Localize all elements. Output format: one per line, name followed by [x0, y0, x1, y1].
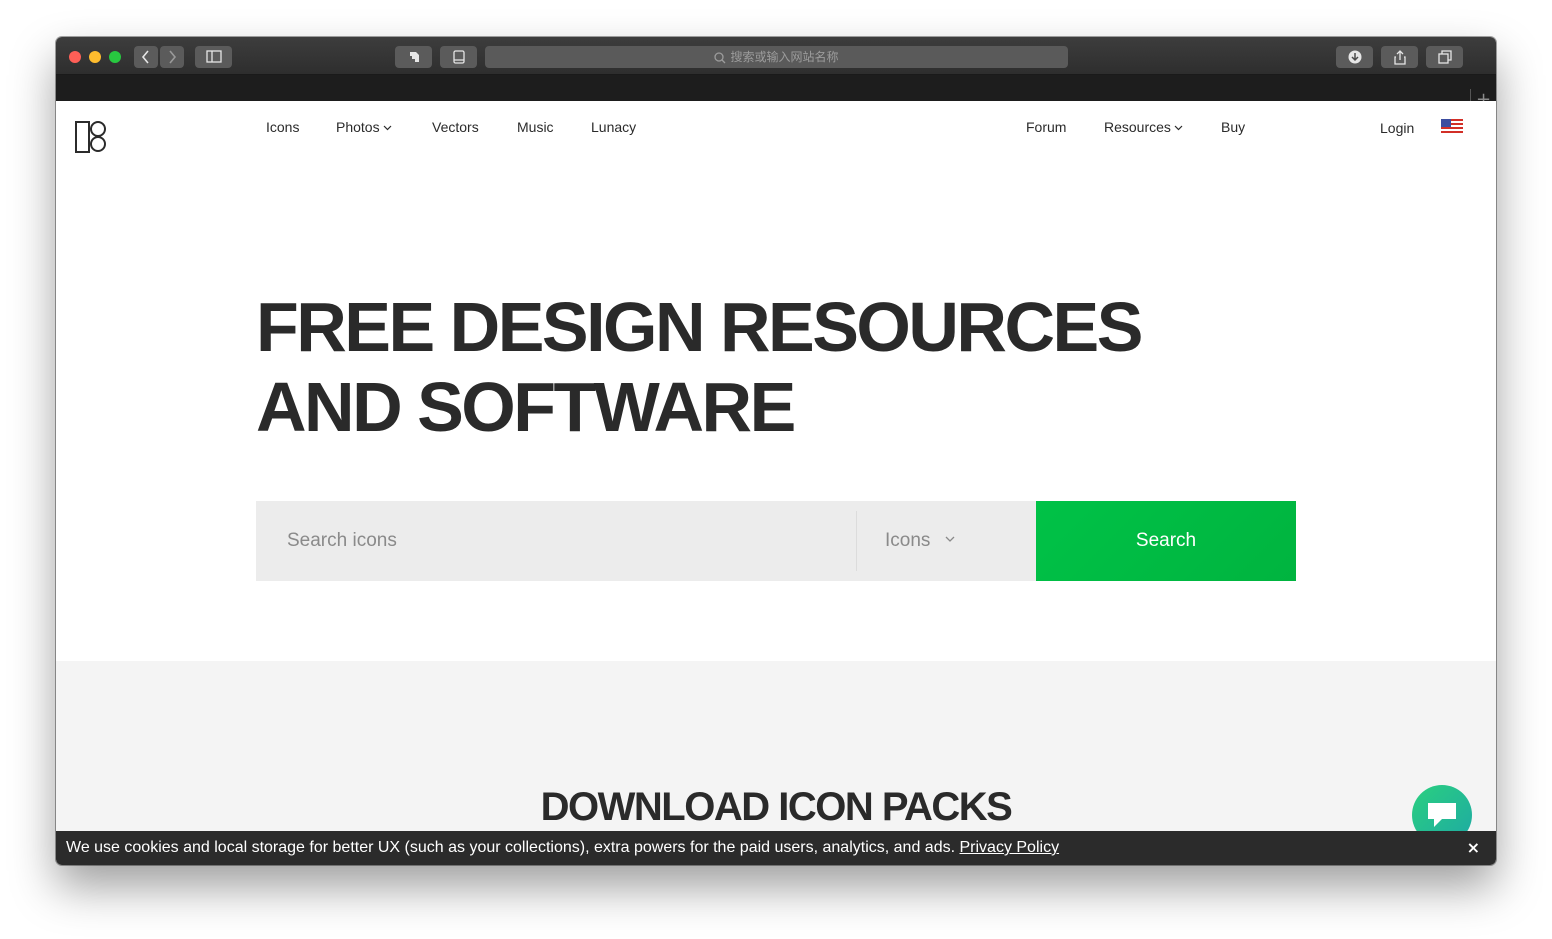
- chevron-down-icon: [383, 125, 392, 131]
- tabs-overview-button[interactable]: [1426, 46, 1463, 68]
- login-link[interactable]: Login: [1380, 120, 1414, 136]
- minimize-window-button[interactable]: [89, 51, 101, 63]
- nav-lunacy[interactable]: Lunacy: [591, 119, 636, 135]
- chevron-down-icon: [945, 536, 955, 542]
- nav-vectors[interactable]: Vectors: [432, 119, 479, 135]
- sidebar-toggle-button[interactable]: [195, 46, 232, 68]
- nav-buy[interactable]: Buy: [1221, 119, 1245, 135]
- section-title: DOWNLOAD ICON PACKS: [540, 785, 1013, 829]
- search-icon: [714, 51, 726, 63]
- nav-photos-label: Photos: [336, 119, 380, 135]
- reader-extension-button[interactable]: [440, 46, 477, 68]
- nav-icons[interactable]: Icons: [266, 119, 299, 135]
- zoom-window-button[interactable]: [109, 51, 121, 63]
- hero-title-line-1: FREE DESIGN RESOURCES: [256, 288, 1143, 366]
- nav-music[interactable]: Music: [517, 119, 554, 135]
- us-flag-icon[interactable]: [1441, 119, 1463, 133]
- nav-photos[interactable]: Photos: [336, 119, 392, 135]
- close-window-button[interactable]: [69, 51, 81, 63]
- cookie-banner: We use cookies and local storage for bet…: [56, 831, 1496, 865]
- search-button[interactable]: Search: [1036, 501, 1296, 581]
- browser-window: 搜索或输入网站名称 + Icons Photos Vectors Music L…: [56, 37, 1496, 865]
- address-bar[interactable]: 搜索或输入网站名称: [485, 46, 1068, 68]
- elephant-icon: [409, 52, 419, 62]
- share-icon: [1393, 50, 1406, 65]
- hero-title: FREE DESIGN RESOURCES AND SOFTWARE: [256, 287, 1156, 447]
- downloads-button[interactable]: [1336, 46, 1373, 68]
- search-input[interactable]: [256, 501, 856, 581]
- browser-toolbar: 搜索或输入网站名称: [56, 37, 1496, 75]
- chevron-right-icon: [169, 50, 177, 64]
- web-page: Icons Photos Vectors Music Lunacy Forum …: [56, 101, 1496, 865]
- address-placeholder: 搜索或输入网站名称: [730, 50, 839, 64]
- search-type-select[interactable]: Icons: [857, 501, 1036, 581]
- nav-forum[interactable]: Forum: [1026, 119, 1066, 135]
- close-icon[interactable]: ×: [1467, 831, 1480, 865]
- nav-resources[interactable]: Resources: [1104, 119, 1183, 135]
- share-button[interactable]: [1381, 46, 1418, 68]
- icons8-logo-icon: [75, 121, 106, 153]
- sidebar-icon: [205, 50, 222, 63]
- document-icon: [452, 50, 465, 64]
- chat-bubble-icon: [1428, 803, 1456, 827]
- site-logo[interactable]: [75, 120, 107, 159]
- cookie-text: We use cookies and local storage for bet…: [66, 839, 956, 856]
- chevron-down-icon: [1174, 125, 1183, 131]
- download-icon: [1348, 50, 1361, 64]
- back-button[interactable]: [134, 46, 158, 68]
- search-type-value: Icons: [885, 530, 931, 551]
- search-bar: Icons Search: [256, 501, 1296, 581]
- nav-resources-label: Resources: [1104, 119, 1171, 135]
- chevron-left-icon: [141, 50, 149, 64]
- evernote-extension-button[interactable]: [395, 46, 432, 68]
- privacy-policy-link[interactable]: Privacy Policy: [959, 839, 1059, 856]
- forward-button[interactable]: [160, 46, 184, 68]
- tabs-icon: [1437, 50, 1452, 64]
- tab-strip: +: [56, 75, 1496, 113]
- hero-title-line-2: AND SOFTWARE: [256, 368, 796, 446]
